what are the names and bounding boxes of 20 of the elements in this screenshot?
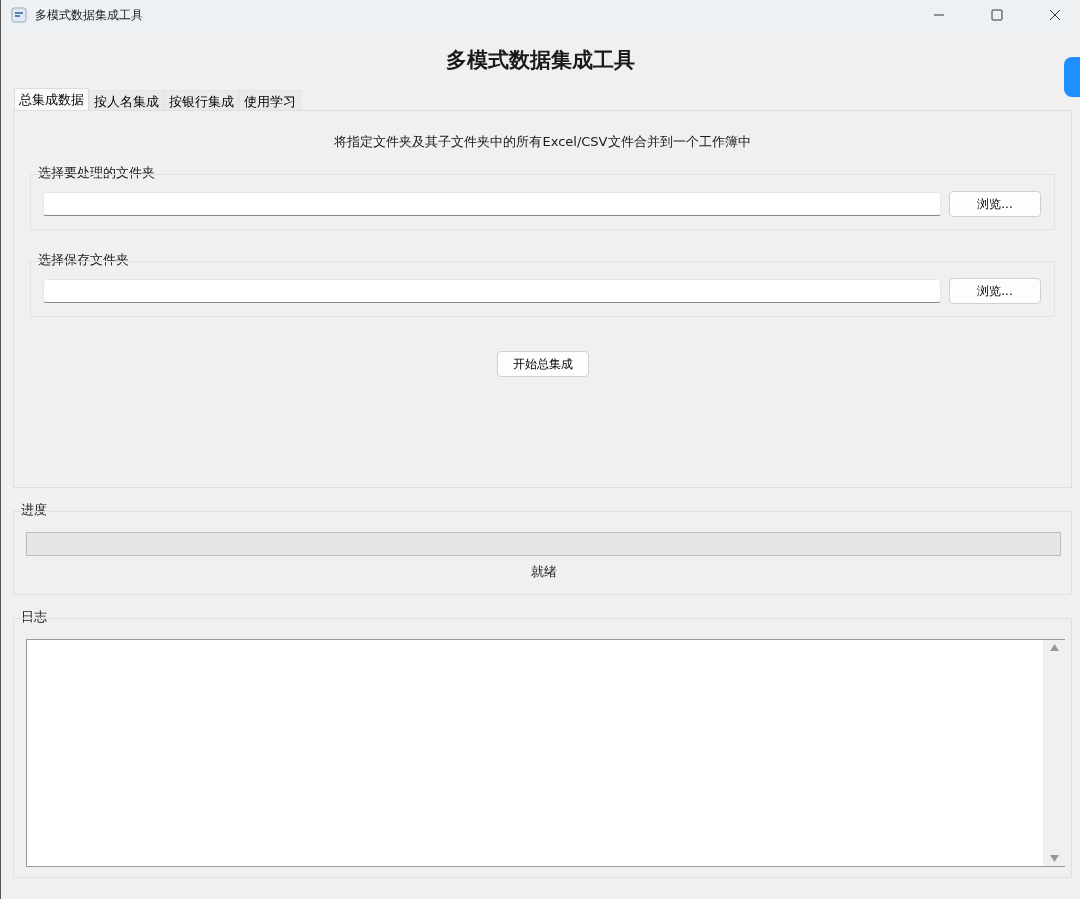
folder-path-field[interactable] [43, 279, 941, 303]
browse-button[interactable]: 浏览... [949, 191, 1041, 217]
scroll-up-icon[interactable] [1049, 644, 1059, 651]
status-text: 就绪 [530, 564, 557, 581]
tab[interactable]: 按银行集成 [164, 90, 239, 110]
scroll-down-icon[interactable] [1049, 855, 1059, 862]
app-heading: 多模式数据集成工具 [446, 47, 635, 74]
tab[interactable]: 总集成数据 [14, 88, 89, 110]
scrollbar[interactable] [1043, 640, 1065, 866]
folder-path-field[interactable] [43, 192, 941, 216]
tab[interactable]: 使用学习 [239, 90, 301, 110]
start-button[interactable]: 开始总集成 [496, 351, 589, 377]
browse-button[interactable]: 浏览... [949, 278, 1041, 304]
app-icon [11, 7, 27, 23]
floating-widget[interactable] [1064, 57, 1080, 97]
close-icon [1049, 9, 1061, 21]
maximize-icon [991, 9, 1003, 21]
window-title: 多模式数据集成工具 [35, 6, 144, 24]
description-text: 将指定文件夹及其子文件夹中的所有Excel/CSV文件合并到一个工作簿中 [334, 133, 751, 151]
tab[interactable]: 按人名集成 [89, 90, 164, 110]
